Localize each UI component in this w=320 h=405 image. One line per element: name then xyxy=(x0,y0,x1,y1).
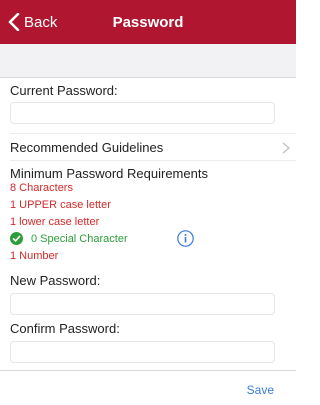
req-characters: 8 Characters xyxy=(10,182,73,194)
top-spacer xyxy=(0,44,296,78)
current-password-field[interactable] xyxy=(10,102,275,124)
req-uppercase: 1 UPPER case letter xyxy=(10,199,111,211)
req-lowercase: 1 lower case letter xyxy=(10,216,100,228)
nav-bar: Back Password xyxy=(0,0,296,44)
recommended-guidelines-row[interactable]: Recommended Guidelines xyxy=(10,133,296,161)
info-icon[interactable] xyxy=(177,230,194,247)
confirm-password-field[interactable] xyxy=(10,341,275,363)
footer-divider xyxy=(0,370,296,371)
confirm-password-label: Confirm Password: xyxy=(10,321,120,336)
check-icon xyxy=(10,232,23,245)
new-password-label: New Password: xyxy=(10,273,101,288)
page-title: Password xyxy=(112,13,184,31)
save-button[interactable]: Save xyxy=(247,383,274,397)
current-password-label: Current Password: xyxy=(10,83,118,98)
req-special: 0 Special Character xyxy=(31,233,128,245)
req-number: 1 Number xyxy=(10,250,59,262)
new-password-field[interactable] xyxy=(10,293,275,315)
recommended-guidelines-label: Recommended Guidelines xyxy=(10,139,164,155)
chevron-right-icon xyxy=(282,142,290,154)
requirements-title: Minimum Password Requirements xyxy=(10,166,208,181)
